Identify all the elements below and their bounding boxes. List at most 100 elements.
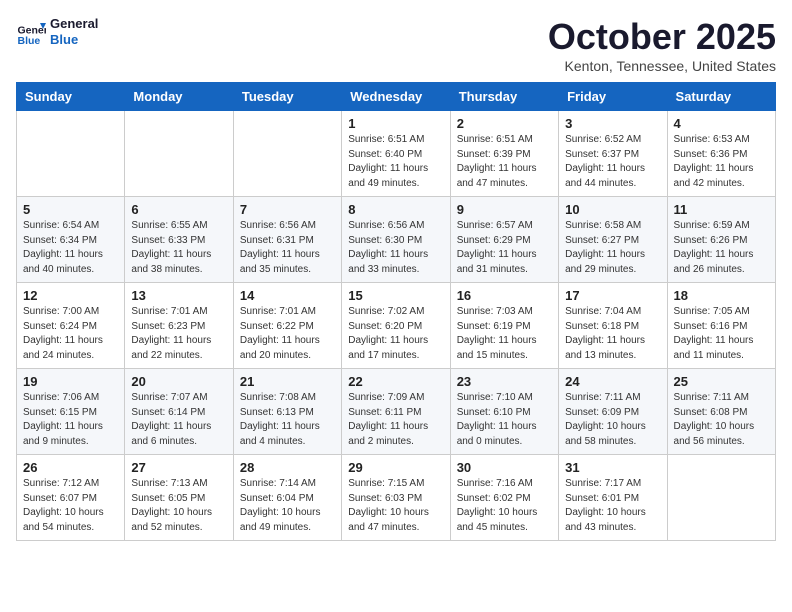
calendar-table: SundayMondayTuesdayWednesdayThursdayFrid… bbox=[16, 82, 776, 541]
day-number: 30 bbox=[457, 460, 552, 475]
day-info: Sunrise: 7:17 AM Sunset: 6:01 PM Dayligh… bbox=[565, 477, 660, 535]
day-number: 13 bbox=[131, 288, 226, 303]
day-cell: 24 Sunrise: 7:11 AM Sunset: 6:09 PM Dayli… bbox=[559, 369, 667, 455]
day-info: Sunrise: 7:02 AM Sunset: 6:20 PM Dayligh… bbox=[348, 305, 443, 363]
day-number: 14 bbox=[240, 288, 335, 303]
day-info: Sunrise: 7:05 AM Sunset: 6:16 PM Dayligh… bbox=[674, 305, 769, 363]
day-info: Sunrise: 7:10 AM Sunset: 6:10 PM Dayligh… bbox=[457, 391, 552, 449]
day-number: 4 bbox=[674, 116, 769, 131]
day-cell: 28 Sunrise: 7:14 AM Sunset: 6:04 PM Dayli… bbox=[233, 455, 341, 541]
day-number: 27 bbox=[131, 460, 226, 475]
day-cell: 16 Sunrise: 7:03 AM Sunset: 6:19 PM Dayli… bbox=[450, 283, 558, 369]
day-info: Sunrise: 6:56 AM Sunset: 6:31 PM Dayligh… bbox=[240, 219, 335, 277]
page-header: General Blue General Blue October 2025 K… bbox=[16, 16, 776, 74]
day-number: 10 bbox=[565, 202, 660, 217]
day-info: Sunrise: 7:12 AM Sunset: 6:07 PM Dayligh… bbox=[23, 477, 118, 535]
day-number: 12 bbox=[23, 288, 118, 303]
day-info: Sunrise: 7:11 AM Sunset: 6:09 PM Dayligh… bbox=[565, 391, 660, 449]
col-header-wednesday: Wednesday bbox=[342, 83, 450, 111]
day-info: Sunrise: 7:07 AM Sunset: 6:14 PM Dayligh… bbox=[131, 391, 226, 449]
month-title: October 2025 bbox=[548, 16, 776, 58]
day-cell bbox=[17, 111, 125, 197]
day-info: Sunrise: 7:06 AM Sunset: 6:15 PM Dayligh… bbox=[23, 391, 118, 449]
day-info: Sunrise: 6:56 AM Sunset: 6:30 PM Dayligh… bbox=[348, 219, 443, 277]
day-info: Sunrise: 7:13 AM Sunset: 6:05 PM Dayligh… bbox=[131, 477, 226, 535]
day-number: 19 bbox=[23, 374, 118, 389]
day-number: 21 bbox=[240, 374, 335, 389]
day-cell: 22 Sunrise: 7:09 AM Sunset: 6:11 PM Dayli… bbox=[342, 369, 450, 455]
day-number: 24 bbox=[565, 374, 660, 389]
day-cell bbox=[233, 111, 341, 197]
day-info: Sunrise: 7:15 AM Sunset: 6:03 PM Dayligh… bbox=[348, 477, 443, 535]
day-number: 29 bbox=[348, 460, 443, 475]
day-info: Sunrise: 6:55 AM Sunset: 6:33 PM Dayligh… bbox=[131, 219, 226, 277]
day-number: 9 bbox=[457, 202, 552, 217]
calendar-header-row: SundayMondayTuesdayWednesdayThursdayFrid… bbox=[17, 83, 776, 111]
day-cell: 10 Sunrise: 6:58 AM Sunset: 6:27 PM Dayli… bbox=[559, 197, 667, 283]
col-header-tuesday: Tuesday bbox=[233, 83, 341, 111]
day-number: 20 bbox=[131, 374, 226, 389]
day-cell: 29 Sunrise: 7:15 AM Sunset: 6:03 PM Dayli… bbox=[342, 455, 450, 541]
day-number: 3 bbox=[565, 116, 660, 131]
day-cell: 2Sunrise: 6:51 AM Sunset: 6:39 PM Daylig… bbox=[450, 111, 558, 197]
day-cell: 17 Sunrise: 7:04 AM Sunset: 6:18 PM Dayli… bbox=[559, 283, 667, 369]
day-info: Sunrise: 7:01 AM Sunset: 6:22 PM Dayligh… bbox=[240, 305, 335, 363]
week-row-4: 19 Sunrise: 7:06 AM Sunset: 6:15 PM Dayli… bbox=[17, 369, 776, 455]
day-info: Sunrise: 7:01 AM Sunset: 6:23 PM Dayligh… bbox=[131, 305, 226, 363]
day-info: Sunrise: 6:57 AM Sunset: 6:29 PM Dayligh… bbox=[457, 219, 552, 277]
day-info: Sunrise: 6:51 AM Sunset: 6:39 PM Dayligh… bbox=[457, 133, 552, 191]
day-number: 11 bbox=[674, 202, 769, 217]
day-cell: 27 Sunrise: 7:13 AM Sunset: 6:05 PM Dayli… bbox=[125, 455, 233, 541]
day-info: Sunrise: 7:00 AM Sunset: 6:24 PM Dayligh… bbox=[23, 305, 118, 363]
day-cell: 21Sunrise: 7:08 AM Sunset: 6:13 PM Dayli… bbox=[233, 369, 341, 455]
day-info: Sunrise: 7:03 AM Sunset: 6:19 PM Dayligh… bbox=[457, 305, 552, 363]
col-header-sunday: Sunday bbox=[17, 83, 125, 111]
day-info: Sunrise: 6:51 AM Sunset: 6:40 PM Dayligh… bbox=[348, 133, 443, 191]
day-info: Sunrise: 7:14 AM Sunset: 6:04 PM Dayligh… bbox=[240, 477, 335, 535]
day-cell: 9 Sunrise: 6:57 AM Sunset: 6:29 PM Daylig… bbox=[450, 197, 558, 283]
day-cell: 7 Sunrise: 6:56 AM Sunset: 6:31 PM Daylig… bbox=[233, 197, 341, 283]
week-row-2: 5Sunrise: 6:54 AM Sunset: 6:34 PM Daylig… bbox=[17, 197, 776, 283]
svg-text:Blue: Blue bbox=[18, 35, 41, 47]
logo-line2: Blue bbox=[50, 32, 78, 47]
day-info: Sunrise: 7:11 AM Sunset: 6:08 PM Dayligh… bbox=[674, 391, 769, 449]
day-cell: 4Sunrise: 6:53 AM Sunset: 6:36 PM Daylig… bbox=[667, 111, 775, 197]
day-info: Sunrise: 7:04 AM Sunset: 6:18 PM Dayligh… bbox=[565, 305, 660, 363]
col-header-friday: Friday bbox=[559, 83, 667, 111]
day-cell: 20 Sunrise: 7:07 AM Sunset: 6:14 PM Dayli… bbox=[125, 369, 233, 455]
day-number: 31 bbox=[565, 460, 660, 475]
day-cell: 18Sunrise: 7:05 AM Sunset: 6:16 PM Dayli… bbox=[667, 283, 775, 369]
day-info: Sunrise: 6:59 AM Sunset: 6:26 PM Dayligh… bbox=[674, 219, 769, 277]
day-number: 26 bbox=[23, 460, 118, 475]
col-header-saturday: Saturday bbox=[667, 83, 775, 111]
day-number: 25 bbox=[674, 374, 769, 389]
day-info: Sunrise: 6:58 AM Sunset: 6:27 PM Dayligh… bbox=[565, 219, 660, 277]
day-info: Sunrise: 6:52 AM Sunset: 6:37 PM Dayligh… bbox=[565, 133, 660, 191]
title-block: October 2025 Kenton, Tennessee, United S… bbox=[548, 16, 776, 74]
day-number: 6 bbox=[131, 202, 226, 217]
week-row-1: 1 Sunrise: 6:51 AM Sunset: 6:40 PM Daylig… bbox=[17, 111, 776, 197]
day-cell: 30 Sunrise: 7:16 AM Sunset: 6:02 PM Dayli… bbox=[450, 455, 558, 541]
day-number: 22 bbox=[348, 374, 443, 389]
day-number: 1 bbox=[348, 116, 443, 131]
day-cell: 13 Sunrise: 7:01 AM Sunset: 6:23 PM Dayli… bbox=[125, 283, 233, 369]
day-cell: 31 Sunrise: 7:17 AM Sunset: 6:01 PM Dayli… bbox=[559, 455, 667, 541]
day-number: 15 bbox=[348, 288, 443, 303]
day-number: 16 bbox=[457, 288, 552, 303]
location: Kenton, Tennessee, United States bbox=[548, 58, 776, 74]
day-cell: 12 Sunrise: 7:00 AM Sunset: 6:24 PM Dayli… bbox=[17, 283, 125, 369]
day-cell: 8Sunrise: 6:56 AM Sunset: 6:30 PM Daylig… bbox=[342, 197, 450, 283]
day-number: 7 bbox=[240, 202, 335, 217]
day-cell: 6 Sunrise: 6:55 AM Sunset: 6:33 PM Daylig… bbox=[125, 197, 233, 283]
day-cell bbox=[125, 111, 233, 197]
logo: General Blue General Blue bbox=[16, 16, 98, 47]
day-number: 17 bbox=[565, 288, 660, 303]
day-info: Sunrise: 7:16 AM Sunset: 6:02 PM Dayligh… bbox=[457, 477, 552, 535]
day-number: 28 bbox=[240, 460, 335, 475]
week-row-5: 26 Sunrise: 7:12 AM Sunset: 6:07 PM Dayli… bbox=[17, 455, 776, 541]
day-cell: 11 Sunrise: 6:59 AM Sunset: 6:26 PM Dayli… bbox=[667, 197, 775, 283]
day-info: Sunrise: 7:09 AM Sunset: 6:11 PM Dayligh… bbox=[348, 391, 443, 449]
day-cell bbox=[667, 455, 775, 541]
col-header-monday: Monday bbox=[125, 83, 233, 111]
day-info: Sunrise: 6:54 AM Sunset: 6:34 PM Dayligh… bbox=[23, 219, 118, 277]
